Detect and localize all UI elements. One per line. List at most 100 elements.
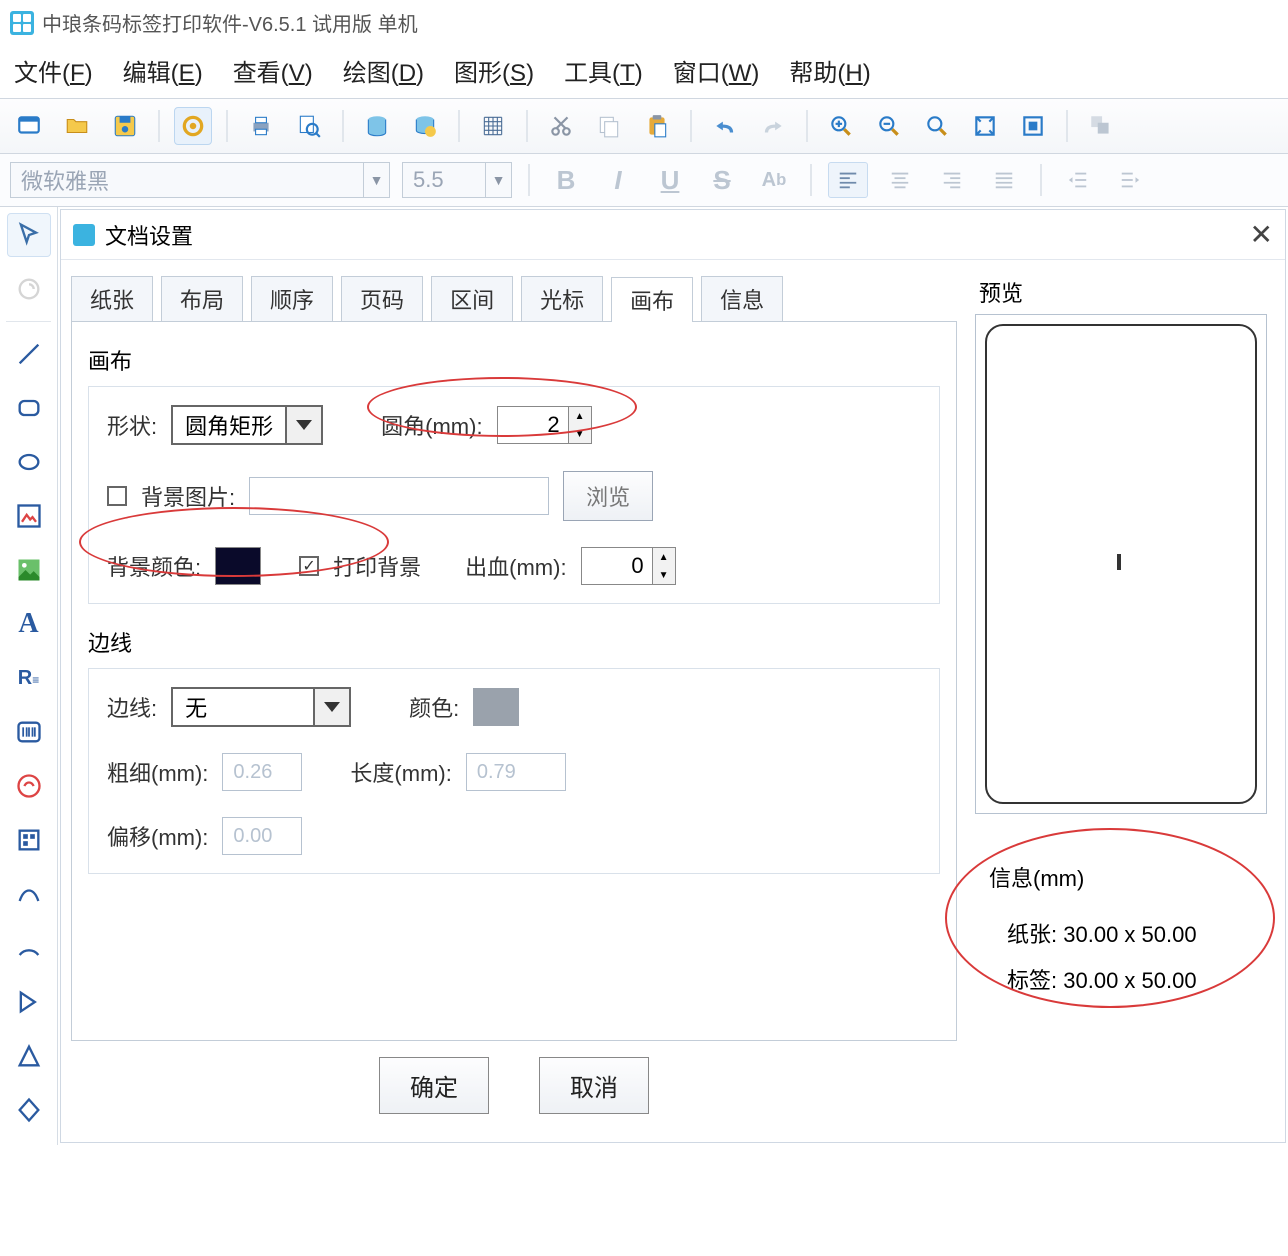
chevron-down-icon[interactable]: ▼: [363, 163, 389, 197]
align-right-icon[interactable]: [932, 162, 972, 198]
polygon-tool-icon[interactable]: [7, 980, 51, 1024]
select-tool-icon[interactable]: [7, 213, 51, 257]
tab-paper[interactable]: 纸张: [71, 276, 153, 321]
border-offset-input[interactable]: [222, 817, 302, 855]
zoom-select-icon[interactable]: [1014, 107, 1052, 145]
align-center-icon[interactable]: [880, 162, 920, 198]
menu-help[interactable]: 帮助(H): [789, 53, 870, 88]
border-line-combo[interactable]: 无: [171, 687, 351, 727]
paste-icon[interactable]: [638, 107, 676, 145]
browse-button[interactable]: 浏览: [563, 471, 653, 521]
database-icon[interactable]: [358, 107, 396, 145]
cancel-button[interactable]: 取消: [539, 1057, 649, 1114]
tab-layout[interactable]: 布局: [161, 276, 243, 321]
menu-view[interactable]: 查看(V): [233, 53, 313, 88]
strikethrough-icon[interactable]: S: [702, 162, 742, 198]
vector-image-tool-icon[interactable]: [7, 494, 51, 538]
indent-decrease-icon[interactable]: [1058, 162, 1098, 198]
print-preview-icon[interactable]: [290, 107, 328, 145]
font-size-combo[interactable]: 5.5 ▼: [402, 162, 512, 198]
barcode-tool-icon[interactable]: [7, 710, 51, 754]
tab-order[interactable]: 顺序: [251, 276, 333, 321]
close-icon[interactable]: ✕: [1250, 218, 1273, 251]
tab-canvas[interactable]: 画布: [611, 277, 693, 322]
zoom-in-icon[interactable]: [822, 107, 860, 145]
image-tool-icon[interactable]: [7, 548, 51, 592]
border-color-swatch[interactable]: [473, 688, 519, 726]
border-length-input[interactable]: [466, 753, 566, 791]
redo-icon[interactable]: [754, 107, 792, 145]
shape-value: 圆角矩形: [173, 409, 285, 441]
bleed-spinner[interactable]: ▲▼: [581, 547, 676, 585]
tab-panel-canvas: 画布 形状: 圆角矩形: [71, 321, 957, 1041]
chevron-down-icon[interactable]: [313, 689, 349, 725]
bold-icon[interactable]: B: [546, 162, 586, 198]
menu-window[interactable]: 窗口(W): [673, 53, 760, 88]
print-icon[interactable]: [242, 107, 280, 145]
table-tool-icon[interactable]: [7, 818, 51, 862]
zoom-out-icon[interactable]: [870, 107, 908, 145]
border-width-input[interactable]: [222, 753, 302, 791]
preview-column: 预览 信息(mm) 纸张: 30.00 x 50.00 标签: 3: [975, 276, 1275, 1122]
align-justify-icon[interactable]: [984, 162, 1024, 198]
settings-icon[interactable]: [174, 107, 212, 145]
align-left-icon[interactable]: [828, 162, 868, 198]
group-border-title: 边线: [88, 626, 940, 658]
layers-icon[interactable]: [1082, 107, 1120, 145]
ellipse-tool-icon[interactable]: [7, 440, 51, 484]
menu-edit[interactable]: 编辑(E): [123, 53, 203, 88]
bgcolor-swatch[interactable]: [215, 547, 261, 585]
tab-info[interactable]: 信息: [701, 276, 783, 321]
indent-increase-icon[interactable]: [1110, 162, 1150, 198]
zoom-fit-icon[interactable]: [966, 107, 1004, 145]
print-bg-checkbox[interactable]: [299, 556, 319, 576]
diamond-tool-icon[interactable]: [7, 1088, 51, 1132]
grid-icon[interactable]: [474, 107, 512, 145]
ok-button[interactable]: 确定: [379, 1057, 489, 1114]
database-link-icon[interactable]: [406, 107, 444, 145]
copy-icon[interactable]: [590, 107, 628, 145]
bgimg-path-input[interactable]: [249, 477, 549, 515]
menu-draw[interactable]: 绘图(D): [343, 53, 424, 88]
save-icon[interactable]: [106, 107, 144, 145]
italic-icon[interactable]: I: [598, 162, 638, 198]
line-tool-icon[interactable]: [7, 332, 51, 376]
triangle-tool-icon[interactable]: [7, 1034, 51, 1078]
open-icon[interactable]: [58, 107, 96, 145]
bgimg-checkbox[interactable]: [107, 486, 127, 506]
chevron-down-icon[interactable]: ▼: [485, 163, 511, 197]
underline-icon[interactable]: U: [650, 162, 690, 198]
tab-cursor[interactable]: 光标: [521, 276, 603, 321]
curve-tool-icon[interactable]: [7, 872, 51, 916]
spinner-up-icon[interactable]: ▲: [653, 548, 675, 566]
border-length-label: 长度(mm):: [350, 756, 451, 788]
border-line-value: 无: [173, 691, 313, 723]
undo-icon[interactable]: [706, 107, 744, 145]
radius-spinner[interactable]: ▲▼: [497, 406, 592, 444]
text-effect-icon[interactable]: Ab: [754, 162, 794, 198]
text-tool-icon[interactable]: A: [7, 602, 51, 646]
new-icon[interactable]: [10, 107, 48, 145]
arc-tool-icon[interactable]: [7, 926, 51, 970]
print-bg-label: 打印背景: [333, 550, 421, 582]
qrcode-tool-icon[interactable]: [7, 764, 51, 808]
tab-page[interactable]: 页码: [341, 276, 423, 321]
shape-combo[interactable]: 圆角矩形: [171, 405, 323, 445]
spinner-down-icon[interactable]: ▼: [653, 566, 675, 584]
radius-input[interactable]: [498, 407, 568, 443]
richtext-tool-icon[interactable]: R≡: [7, 656, 51, 700]
spinner-down-icon[interactable]: ▼: [569, 425, 591, 443]
menu-tool[interactable]: 工具(T): [564, 53, 643, 88]
bleed-input[interactable]: [582, 548, 652, 584]
zoom-actual-icon[interactable]: [918, 107, 956, 145]
chevron-down-icon[interactable]: [285, 407, 321, 443]
cut-icon[interactable]: [542, 107, 580, 145]
menu-shape[interactable]: 图形(S): [454, 53, 534, 88]
lock-tool-icon[interactable]: [7, 267, 51, 311]
spinner-up-icon[interactable]: ▲: [569, 407, 591, 425]
menu-file[interactable]: 文件(F): [14, 53, 93, 88]
tab-range[interactable]: 区间: [431, 276, 513, 321]
rounded-rect-tool-icon[interactable]: [7, 386, 51, 430]
border-color-label: 颜色:: [409, 691, 459, 723]
font-combo[interactable]: 微软雅黑 ▼: [10, 162, 390, 198]
